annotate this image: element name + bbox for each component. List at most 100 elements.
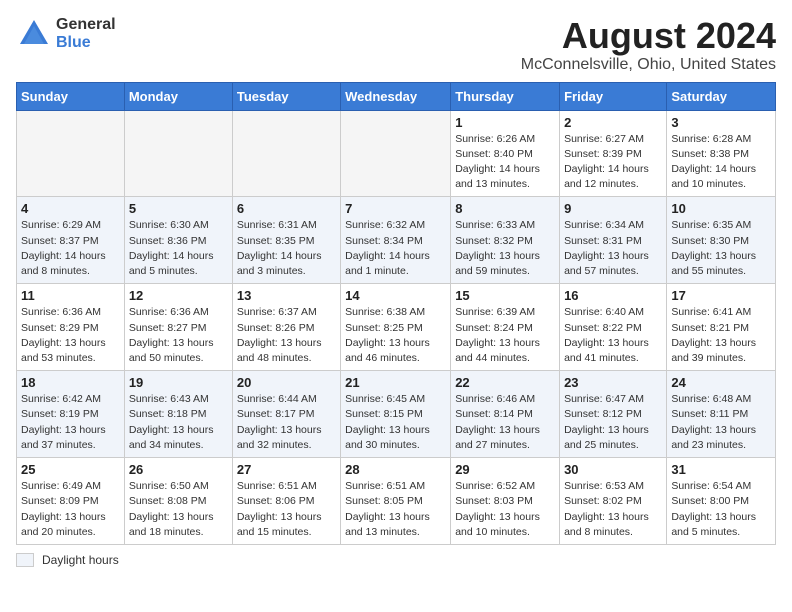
calendar-cell: 27 Sunrise: 6:51 AM Sunset: 8:06 PM Dayli…	[232, 458, 340, 545]
col-header-sunday: Sunday	[17, 82, 125, 110]
day-number: 3	[671, 115, 771, 130]
calendar-header-row: SundayMondayTuesdayWednesdayThursdayFrid…	[17, 82, 776, 110]
day-number: 1	[455, 115, 555, 130]
calendar-cell: 2Sunrise: 6:27 AM Sunset: 8:39 PM Daylig…	[560, 110, 667, 197]
calendar-week-row: 25 Sunrise: 6:49 AM Sunset: 8:09 PM Dayli…	[17, 458, 776, 545]
logo-icon	[16, 16, 52, 52]
legend-label: Daylight hours	[42, 553, 119, 567]
calendar-cell: 7 Sunrise: 6:32 AM Sunset: 8:34 PM Daylig…	[341, 197, 451, 284]
day-number: 20	[237, 375, 336, 390]
day-number: 7	[345, 201, 446, 216]
calendar-cell: 29 Sunrise: 6:52 AM Sunset: 8:03 PM Dayli…	[451, 458, 560, 545]
day-info: Sunrise: 6:53 AM Sunset: 8:02 PM Dayligh…	[564, 479, 662, 540]
calendar-cell: 4 Sunrise: 6:29 AM Sunset: 8:37 PM Daylig…	[17, 197, 125, 284]
day-info: Sunrise: 6:43 AM Sunset: 8:18 PM Dayligh…	[129, 392, 228, 453]
day-number: 19	[129, 375, 228, 390]
day-info: Sunrise: 6:49 AM Sunset: 8:09 PM Dayligh…	[21, 479, 120, 540]
logo-text: General Blue	[56, 16, 116, 51]
legend: Daylight hours	[16, 553, 776, 567]
day-number: 29	[455, 462, 555, 477]
calendar-location: McConnelsville, Ohio, United States	[521, 56, 776, 74]
day-info: Sunrise: 6:51 AM Sunset: 8:06 PM Dayligh…	[237, 479, 336, 540]
day-info: Sunrise: 6:26 AM Sunset: 8:40 PM Dayligh…	[455, 132, 555, 193]
day-number: 8	[455, 201, 555, 216]
day-number: 25	[21, 462, 120, 477]
day-number: 16	[564, 288, 662, 303]
day-number: 2	[564, 115, 662, 130]
day-number: 27	[237, 462, 336, 477]
col-header-friday: Friday	[560, 82, 667, 110]
day-number: 10	[671, 201, 771, 216]
day-number: 12	[129, 288, 228, 303]
calendar-cell	[232, 110, 340, 197]
calendar-cell: 26Sunrise: 6:50 AM Sunset: 8:08 PM Dayli…	[124, 458, 232, 545]
day-info: Sunrise: 6:37 AM Sunset: 8:26 PM Dayligh…	[237, 305, 336, 366]
calendar-cell: 30 Sunrise: 6:53 AM Sunset: 8:02 PM Dayli…	[560, 458, 667, 545]
day-number: 17	[671, 288, 771, 303]
calendar-cell: 28 Sunrise: 6:51 AM Sunset: 8:05 PM Dayli…	[341, 458, 451, 545]
calendar-cell: 31 Sunrise: 6:54 AM Sunset: 8:00 PM Dayli…	[667, 458, 776, 545]
page-header: General Blue August 2024 McConnelsville,…	[16, 16, 776, 74]
day-info: Sunrise: 6:50 AM Sunset: 8:08 PM Dayligh…	[129, 479, 228, 540]
calendar-cell: 23 Sunrise: 6:47 AM Sunset: 8:12 PM Dayli…	[560, 371, 667, 458]
calendar-cell: 15Sunrise: 6:39 AM Sunset: 8:24 PM Dayli…	[451, 284, 560, 371]
col-header-tuesday: Tuesday	[232, 82, 340, 110]
calendar-cell: 1 Sunrise: 6:26 AM Sunset: 8:40 PM Daylig…	[451, 110, 560, 197]
day-number: 4	[21, 201, 120, 216]
day-info: Sunrise: 6:38 AM Sunset: 8:25 PM Dayligh…	[345, 305, 446, 366]
col-header-thursday: Thursday	[451, 82, 560, 110]
day-number: 24	[671, 375, 771, 390]
day-info: Sunrise: 6:48 AM Sunset: 8:11 PM Dayligh…	[671, 392, 771, 453]
day-info: Sunrise: 6:34 AM Sunset: 8:31 PM Dayligh…	[564, 218, 662, 279]
day-info: Sunrise: 6:29 AM Sunset: 8:37 PM Dayligh…	[21, 218, 120, 279]
day-number: 9	[564, 201, 662, 216]
day-info: Sunrise: 6:42 AM Sunset: 8:19 PM Dayligh…	[21, 392, 120, 453]
calendar-week-row: 11Sunrise: 6:36 AM Sunset: 8:29 PM Dayli…	[17, 284, 776, 371]
calendar-cell: 17Sunrise: 6:41 AM Sunset: 8:21 PM Dayli…	[667, 284, 776, 371]
title-block: August 2024 McConnelsville, Ohio, United…	[521, 16, 776, 74]
calendar-cell: 25 Sunrise: 6:49 AM Sunset: 8:09 PM Dayli…	[17, 458, 125, 545]
day-number: 23	[564, 375, 662, 390]
calendar-cell: 9 Sunrise: 6:34 AM Sunset: 8:31 PM Daylig…	[560, 197, 667, 284]
day-info: Sunrise: 6:32 AM Sunset: 8:34 PM Dayligh…	[345, 218, 446, 279]
day-number: 13	[237, 288, 336, 303]
day-number: 5	[129, 201, 228, 216]
day-info: Sunrise: 6:47 AM Sunset: 8:12 PM Dayligh…	[564, 392, 662, 453]
calendar-cell	[341, 110, 451, 197]
day-number: 31	[671, 462, 771, 477]
day-number: 22	[455, 375, 555, 390]
day-info: Sunrise: 6:40 AM Sunset: 8:22 PM Dayligh…	[564, 305, 662, 366]
calendar-cell: 20 Sunrise: 6:44 AM Sunset: 8:17 PM Dayli…	[232, 371, 340, 458]
day-info: Sunrise: 6:36 AM Sunset: 8:27 PM Dayligh…	[129, 305, 228, 366]
calendar-cell: 18Sunrise: 6:42 AM Sunset: 8:19 PM Dayli…	[17, 371, 125, 458]
day-number: 15	[455, 288, 555, 303]
day-info: Sunrise: 6:51 AM Sunset: 8:05 PM Dayligh…	[345, 479, 446, 540]
day-info: Sunrise: 6:45 AM Sunset: 8:15 PM Dayligh…	[345, 392, 446, 453]
calendar-cell: 13 Sunrise: 6:37 AM Sunset: 8:26 PM Dayli…	[232, 284, 340, 371]
calendar-cell: 8Sunrise: 6:33 AM Sunset: 8:32 PM Daylig…	[451, 197, 560, 284]
calendar-cell: 3Sunrise: 6:28 AM Sunset: 8:38 PM Daylig…	[667, 110, 776, 197]
col-header-monday: Monday	[124, 82, 232, 110]
calendar-cell	[124, 110, 232, 197]
col-header-wednesday: Wednesday	[341, 82, 451, 110]
logo: General Blue	[16, 16, 116, 52]
day-number: 6	[237, 201, 336, 216]
day-info: Sunrise: 6:54 AM Sunset: 8:00 PM Dayligh…	[671, 479, 771, 540]
calendar-cell	[17, 110, 125, 197]
calendar-week-row: 4 Sunrise: 6:29 AM Sunset: 8:37 PM Daylig…	[17, 197, 776, 284]
day-number: 30	[564, 462, 662, 477]
calendar-week-row: 18Sunrise: 6:42 AM Sunset: 8:19 PM Dayli…	[17, 371, 776, 458]
day-info: Sunrise: 6:44 AM Sunset: 8:17 PM Dayligh…	[237, 392, 336, 453]
logo-blue-text: Blue	[56, 34, 116, 52]
calendar-cell: 19 Sunrise: 6:43 AM Sunset: 8:18 PM Dayli…	[124, 371, 232, 458]
calendar-cell: 14Sunrise: 6:38 AM Sunset: 8:25 PM Dayli…	[341, 284, 451, 371]
day-info: Sunrise: 6:46 AM Sunset: 8:14 PM Dayligh…	[455, 392, 555, 453]
calendar-cell: 21Sunrise: 6:45 AM Sunset: 8:15 PM Dayli…	[341, 371, 451, 458]
day-number: 28	[345, 462, 446, 477]
calendar-table: SundayMondayTuesdayWednesdayThursdayFrid…	[16, 82, 776, 545]
day-info: Sunrise: 6:52 AM Sunset: 8:03 PM Dayligh…	[455, 479, 555, 540]
day-info: Sunrise: 6:36 AM Sunset: 8:29 PM Dayligh…	[21, 305, 120, 366]
calendar-cell: 22 Sunrise: 6:46 AM Sunset: 8:14 PM Dayli…	[451, 371, 560, 458]
calendar-cell: 16 Sunrise: 6:40 AM Sunset: 8:22 PM Dayli…	[560, 284, 667, 371]
calendar-cell: 6Sunrise: 6:31 AM Sunset: 8:35 PM Daylig…	[232, 197, 340, 284]
